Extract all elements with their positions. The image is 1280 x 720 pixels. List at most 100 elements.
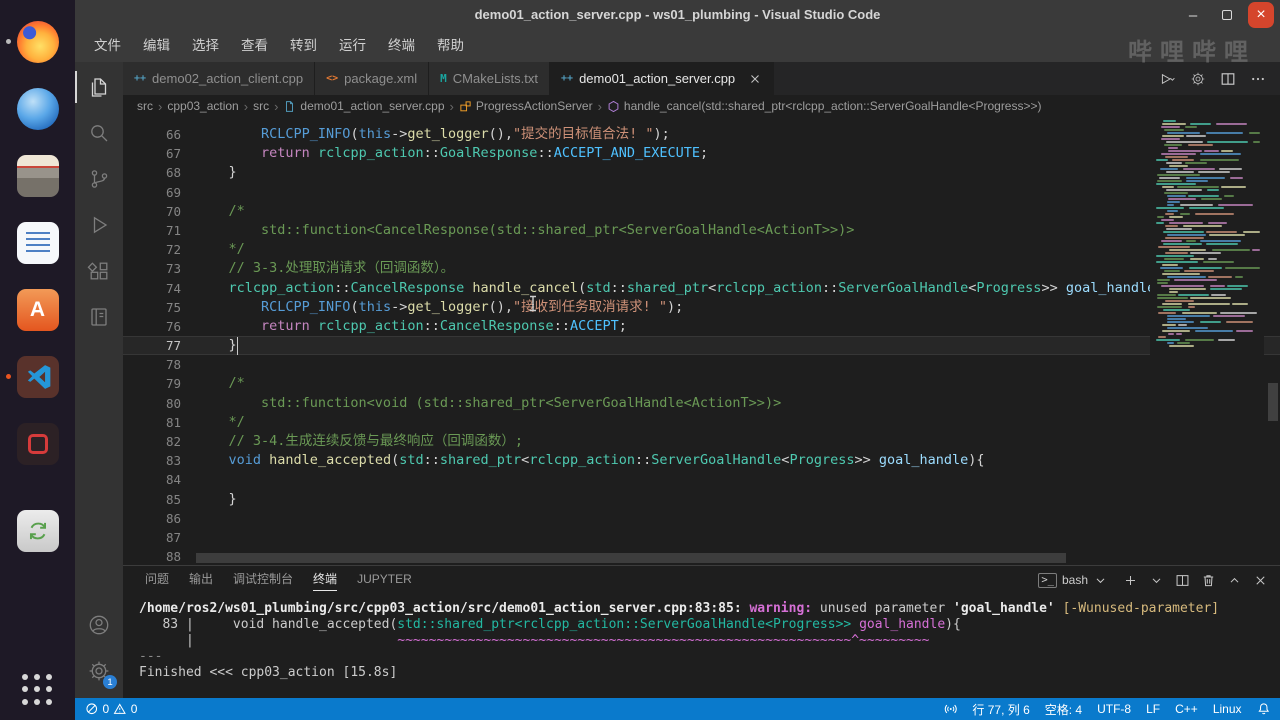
settings-gear-icon[interactable] bbox=[1190, 71, 1206, 87]
vertical-scrollbar-thumb[interactable] bbox=[1268, 383, 1278, 421]
settings-icon[interactable]: 1 bbox=[75, 648, 123, 694]
tab-demo02-action-client-cpp[interactable]: ++ demo02_action_client.cpp bbox=[123, 62, 316, 95]
shell-selector[interactable]: >_ bash bbox=[1038, 572, 1108, 588]
horizontal-scrollbar-thumb[interactable] bbox=[196, 553, 1066, 563]
panel-tab-0[interactable]: 问题 bbox=[135, 566, 179, 594]
menubar-item-7[interactable]: 帮助 bbox=[426, 34, 475, 58]
dock-item-thunderbird[interactable] bbox=[16, 87, 60, 131]
show-applications-button[interactable] bbox=[21, 674, 54, 706]
panel-tab-2[interactable]: 调试控制台 bbox=[223, 566, 303, 594]
breadcrumb-item-5[interactable]: handle_cancel(std::shared_ptr<rclcpp_act… bbox=[607, 99, 1042, 113]
problems-status[interactable]: 0 0 bbox=[85, 702, 137, 716]
status-cursor-position[interactable]: 行 77, 列 6 bbox=[972, 701, 1029, 718]
line-number: 76 bbox=[165, 318, 181, 334]
status-indentation[interactable]: 空格: 4 bbox=[1045, 701, 1082, 718]
dock-item-writer[interactable] bbox=[16, 221, 60, 265]
menubar-item-6[interactable]: 终端 bbox=[377, 34, 426, 58]
code-editor[interactable]: 66 RCLCPP_INFO(this->get_logger(),"提交的目标… bbox=[123, 117, 1280, 565]
minimap[interactable] bbox=[1150, 117, 1264, 553]
code-line-69[interactable]: 69 bbox=[123, 183, 1280, 202]
code-line-86[interactable]: 86 bbox=[123, 509, 1280, 528]
software-letter: A bbox=[29, 298, 46, 321]
split-editor-icon[interactable] bbox=[1220, 71, 1236, 87]
code-line-85[interactable]: 85 } bbox=[123, 490, 1280, 509]
status-encoding[interactable]: UTF-8 bbox=[1097, 702, 1131, 716]
code-line-84[interactable]: 84 bbox=[123, 470, 1280, 489]
status-bar-right: 行 77, 列 6 空格: 4 UTF-8 LF C++ Linux bbox=[944, 701, 1270, 718]
menubar-item-3[interactable]: 查看 bbox=[230, 34, 279, 58]
dock-item-updater[interactable] bbox=[16, 509, 60, 553]
more-actions-icon[interactable] bbox=[1250, 71, 1266, 87]
split-terminal-icon[interactable] bbox=[1175, 573, 1190, 588]
code-line-79[interactable]: 79 /* bbox=[123, 374, 1280, 393]
code-line-68[interactable]: 68 } bbox=[123, 163, 1280, 182]
code-line-73[interactable]: 73 // 3-3.处理取消请求（回调函数）。 bbox=[123, 259, 1280, 278]
tab-package-xml[interactable]: <> package.xml bbox=[315, 62, 430, 95]
breadcrumb-item-1[interactable]: cpp03_action bbox=[167, 99, 238, 113]
code-line-83[interactable]: 83 void handle_accepted(std::shared_ptr<… bbox=[123, 451, 1280, 470]
status-language-mode[interactable]: C++ bbox=[1175, 702, 1198, 716]
account-icon[interactable] bbox=[75, 602, 123, 648]
dock-item-firefox[interactable] bbox=[5, 20, 60, 64]
code-line-75[interactable]: 75 RCLCPP_INFO(this->get_logger(),"接收到任务… bbox=[123, 298, 1280, 317]
menubar-item-0[interactable]: 文件 bbox=[83, 34, 132, 58]
bell-icon[interactable] bbox=[1257, 702, 1271, 716]
code-line-76[interactable]: 76 return rclcpp_action::CancelResponse:… bbox=[123, 317, 1280, 336]
panel-tab-4[interactable]: JUPYTER bbox=[347, 566, 422, 594]
scm-activity-icon[interactable] bbox=[75, 156, 123, 202]
tab-demo01-action-server-cpp[interactable]: ++ demo01_action_server.cpp bbox=[550, 62, 775, 95]
close-panel-icon[interactable] bbox=[1253, 573, 1268, 588]
horizontal-scrollbar[interactable] bbox=[196, 553, 1066, 563]
close-icon[interactable] bbox=[748, 72, 762, 86]
broadcast-icon[interactable] bbox=[944, 702, 958, 716]
menubar-item-4[interactable]: 转到 bbox=[279, 34, 328, 58]
panel-tab-1[interactable]: 输出 bbox=[179, 566, 223, 594]
explorer-activity-icon[interactable] bbox=[75, 64, 123, 110]
code-line-78[interactable]: 78 bbox=[123, 355, 1280, 374]
run-button[interactable] bbox=[1160, 71, 1176, 87]
tab-cmakelists-txt[interactable]: M CMakeLists.txt bbox=[429, 62, 551, 95]
new-terminal-button[interactable] bbox=[1123, 573, 1138, 588]
code-line-72[interactable]: 72 */ bbox=[123, 240, 1280, 259]
dock-item-files[interactable] bbox=[16, 154, 60, 198]
code-line-81[interactable]: 81 */ bbox=[123, 413, 1280, 432]
code-line-82[interactable]: 82 // 3-4.生成连续反馈与最终响应（回调函数）; bbox=[123, 432, 1280, 451]
panel-tab-3[interactable]: 终端 bbox=[303, 566, 347, 594]
code-line-77[interactable]: 77 } bbox=[123, 336, 1280, 356]
minimize-button[interactable]: – bbox=[1180, 2, 1206, 28]
breadcrumb-item-2[interactable]: src bbox=[253, 99, 269, 113]
terminal-dropdown-icon[interactable] bbox=[1149, 573, 1164, 588]
maximize-panel-icon[interactable] bbox=[1227, 573, 1242, 588]
code-text: RCLCPP_INFO(this->get_logger(),"接收到任务取消请… bbox=[261, 298, 684, 315]
code-line-66[interactable]: 66 RCLCPP_INFO(this->get_logger(),"提交的目标… bbox=[123, 125, 1280, 144]
code-line-71[interactable]: 71 std::function<CancelResponse(std::sha… bbox=[123, 221, 1280, 240]
code-line-74[interactable]: 74 rclcpp_action::CancelResponse handle_… bbox=[123, 279, 1280, 298]
search-activity-icon[interactable] bbox=[75, 110, 123, 156]
code-line-87[interactable]: 87 bbox=[123, 528, 1280, 547]
maximize-button[interactable] bbox=[1214, 2, 1240, 28]
dock-item-vscode[interactable] bbox=[5, 355, 60, 399]
status-os[interactable]: Linux bbox=[1213, 702, 1242, 716]
breadcrumb-item-0[interactable]: src bbox=[137, 99, 153, 113]
menubar-item-1[interactable]: 编辑 bbox=[132, 34, 181, 58]
status-eol[interactable]: LF bbox=[1146, 702, 1160, 716]
breadcrumb-item-3[interactable]: demo01_action_server.cpp bbox=[283, 99, 445, 113]
line-number: 66 bbox=[165, 127, 181, 142]
code-line-67[interactable]: 67 return rclcpp_action::GoalResponse::A… bbox=[123, 144, 1280, 163]
dock-item-software[interactable]: A bbox=[16, 288, 60, 332]
extensions-activity-icon[interactable] bbox=[75, 248, 123, 294]
close-button[interactable]: × bbox=[1248, 2, 1274, 28]
kill-terminal-icon[interactable] bbox=[1201, 573, 1216, 588]
terminal-output[interactable]: /home/ros2/ws01_plumbing/src/cpp03_actio… bbox=[123, 594, 1280, 698]
terminal-line-3: --- bbox=[139, 649, 163, 664]
class-symbol-icon bbox=[459, 100, 472, 113]
reference-activity-icon[interactable] bbox=[75, 294, 123, 340]
code-line-80[interactable]: 80 std::function<void (std::shared_ptr<S… bbox=[123, 394, 1280, 413]
tab-label: CMakeLists.txt bbox=[452, 71, 539, 86]
breadcrumb-item-4[interactable]: ProgressActionServer bbox=[459, 99, 593, 113]
menubar-item-5[interactable]: 运行 bbox=[328, 34, 377, 58]
debug-activity-icon[interactable] bbox=[75, 202, 123, 248]
code-line-70[interactable]: 70 /* bbox=[123, 202, 1280, 221]
dock-item-recorder[interactable] bbox=[16, 422, 60, 466]
menubar-item-2[interactable]: 选择 bbox=[181, 34, 230, 58]
